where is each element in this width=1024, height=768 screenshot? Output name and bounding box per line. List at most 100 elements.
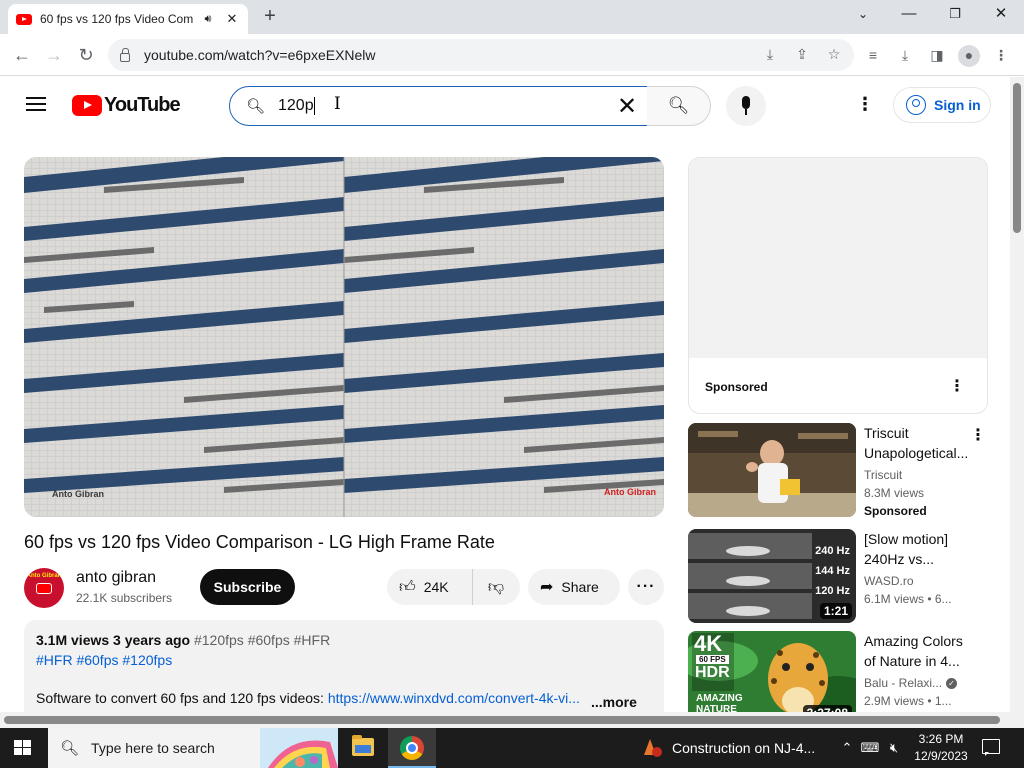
traffic-cone-icon (640, 737, 662, 759)
bookmark-star-icon[interactable]: ☆ (824, 46, 844, 66)
watermark-left: Anto Gibran (52, 489, 104, 499)
recommendation-channel[interactable]: Triscuit (864, 468, 902, 482)
news-widget[interactable]: Construction on NJ-4... (640, 728, 815, 768)
search-input[interactable]: 🔍︎ 120p ✕ (229, 86, 648, 126)
install-app-icon[interactable]: ⤓ (760, 46, 780, 66)
recommendation-title[interactable]: Triscuit Unapologetical... (864, 423, 974, 463)
browser-tab-active[interactable]: 60 fps vs 120 fps Video Com 🔊︎ ✕ (8, 4, 248, 34)
recommendation-item[interactable]: 4K 60 FPS HDR AMAZING NATURE 3:27:08 Ama… (688, 631, 988, 725)
description-box[interactable]: 3.1M views 3 years ago #120fps #60fps #H… (24, 620, 664, 720)
file-explorer-taskbar-button[interactable] (338, 728, 386, 768)
like-count: 24K (423, 579, 449, 595)
audio-playing-icon[interactable]: 🔊︎ (200, 13, 216, 26)
description-line: Software to convert 60 fps and 120 fps v… (36, 690, 652, 706)
settings-kebab-icon[interactable]: ⋮ (855, 93, 875, 117)
back-button[interactable]: ← (8, 41, 36, 69)
like-button[interactable]: 👍︎ 24K (387, 569, 473, 605)
recommendation-title[interactable]: Amazing Colors of Nature in 4... (864, 631, 974, 671)
views-and-date: 3.1M views 3 years ago (36, 632, 191, 648)
recommendation-kebab-icon[interactable]: ⋮ (970, 425, 986, 445)
search-query-text: 120p (278, 97, 314, 115)
search-icon: 🔍︎ (246, 98, 266, 115)
channel-avatar[interactable]: Anto Gibran (24, 568, 64, 608)
system-clock[interactable]: 3:26 PM 12/9/2023 (910, 731, 972, 765)
watermark-right: Anto Gibran (604, 487, 656, 497)
clock-date: 12/9/2023 (914, 749, 968, 763)
show-hidden-icons-chevron[interactable]: ⌃ (838, 728, 856, 768)
video-player[interactable]: Anto Gibran Anto Gibran (24, 157, 664, 517)
recommendation-views: 8.3M views (864, 486, 925, 500)
media-control-icon[interactable]: ≡ (862, 45, 884, 67)
youtube-favicon-icon (16, 13, 32, 25)
minimize-button[interactable]: — (886, 0, 932, 30)
ad-sponsored-label: Sponsored (705, 380, 768, 394)
address-bar[interactable]: youtube.com/watch?v=e6pxeEXNelw ⤓ ⇪ ☆ (108, 39, 854, 71)
recommendation-thumbnail[interactable]: 240 Hz 144 Hz 120 Hz 1:21 (688, 529, 856, 623)
share-page-icon[interactable]: ⇪ (792, 46, 812, 66)
overlay-label: 120 Hz (815, 585, 850, 597)
taskbar-search-box[interactable]: 🔍︎ Type here to search (48, 728, 338, 768)
downloads-icon[interactable]: ⤓ (894, 45, 916, 67)
share-button[interactable]: ➦ Share (528, 569, 620, 605)
subscribe-button[interactable]: Subscribe (200, 569, 295, 605)
side-panel-icon[interactable]: ◨ (926, 45, 948, 67)
recommendation-views: 6.1M views • 6... (864, 592, 952, 606)
text-caret (313, 96, 315, 115)
show-more-button[interactable]: ...more (591, 694, 637, 710)
windows-start-icon[interactable] (14, 740, 32, 756)
recommendation-item[interactable]: 240 Hz 144 Hz 120 Hz 1:21 [Slow motion] … (688, 529, 988, 623)
tab-search-icon[interactable]: ⌄ (840, 0, 886, 30)
ad-kebab-icon[interactable]: ⋮ (949, 376, 965, 396)
vertical-scrollbar[interactable] (1010, 77, 1024, 728)
horizontal-scroll-thumb[interactable] (4, 716, 1000, 724)
share-label: Share (561, 579, 599, 595)
like-dislike-group: 👍︎ 24K 👎︎ (387, 569, 520, 605)
dislike-button[interactable]: 👎︎ (473, 578, 519, 597)
notification-center-icon[interactable] (982, 739, 1000, 756)
lock-icon[interactable] (120, 47, 130, 62)
windows-taskbar: 🔍︎ Type here to search Construction on N… (0, 728, 1024, 768)
hashtag-links[interactable]: #HFR #60fps #120fps (36, 652, 652, 668)
search-highlight-art (260, 728, 338, 768)
clear-search-icon[interactable]: ✕ (613, 92, 641, 121)
search-button[interactable]: 🔍︎ (647, 86, 711, 126)
horizontal-scrollbar[interactable] (0, 712, 1010, 728)
recommendation-thumbnail[interactable]: 4K 60 FPS HDR AMAZING NATURE 3:27:08 (688, 631, 856, 725)
new-tab-button[interactable]: + (258, 6, 282, 28)
youtube-play-icon (72, 95, 102, 116)
more-actions-button[interactable]: ··· (628, 569, 664, 605)
reload-button[interactable]: ↻ (72, 41, 100, 69)
sign-in-button[interactable]: Sign in (893, 87, 991, 123)
recommendation-item[interactable]: Triscuit Unapologetical... Triscuit 8.3M… (688, 423, 988, 518)
recommendation-channel-row[interactable]: Balu - Relaxi... ✓ (864, 676, 958, 690)
share-arrow-icon: ➦ (540, 579, 554, 596)
description-text: Software to convert 60 fps and 120 fps v… (36, 690, 328, 706)
thumbs-down-icon: 👎︎ (487, 578, 505, 596)
vertical-scroll-thumb[interactable] (1013, 83, 1021, 233)
network-icon[interactable]: ⌨ (860, 728, 880, 768)
channel-name[interactable]: anto gibran (76, 569, 156, 587)
recommendation-title[interactable]: [Slow motion] 240Hz vs... (864, 529, 974, 569)
chrome-taskbar-button[interactable] (388, 728, 436, 768)
hamburger-menu-icon[interactable] (26, 97, 46, 111)
account-icon (906, 95, 926, 115)
close-window-button[interactable]: ✕ (978, 0, 1024, 30)
sign-in-label: Sign in (934, 97, 981, 113)
browser-toolbar: ← → ↻ youtube.com/watch?v=e6pxeEXNelw ⤓ … (0, 34, 1024, 76)
voice-search-button[interactable] (726, 86, 766, 126)
description-link[interactable]: https://www.winxdvd.com/convert-4k-vi... (328, 690, 580, 706)
inline-tags: #120fps #60fps #HFR (193, 632, 331, 648)
youtube-logo[interactable]: YouTube (72, 94, 181, 117)
chrome-menu-icon[interactable]: ⋮ (990, 45, 1012, 67)
forward-button[interactable]: → (40, 41, 68, 69)
overlay-4k-label: 4K (694, 631, 723, 656)
thumbs-up-icon: 👍︎ (399, 578, 416, 596)
recommendation-channel[interactable]: WASD.ro (864, 574, 914, 588)
restore-button[interactable]: ❐ (932, 0, 978, 30)
volume-muted-icon[interactable]: 🔇︎ (884, 728, 904, 768)
tab-close-icon[interactable]: ✕ (224, 11, 240, 27)
recommendation-thumbnail[interactable] (688, 423, 856, 517)
profile-avatar-icon[interactable]: ● (958, 45, 980, 67)
video-frame (24, 157, 664, 517)
sponsored-ad-card[interactable]: Sponsored ⋮ (688, 157, 988, 414)
